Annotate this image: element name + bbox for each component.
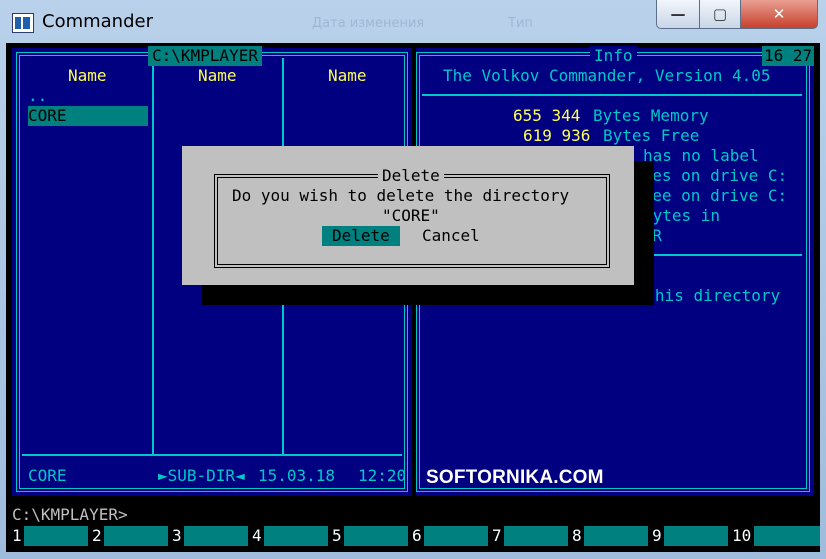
fkey-number: 8 [572,526,584,546]
maximize-icon: ▢ [712,5,728,23]
column-header-name: Name [328,66,367,85]
close-button[interactable]: ✕ [740,0,818,29]
fkey-number: 10 [732,526,754,546]
fkey-number: 3 [172,526,184,546]
fkey-bar [24,526,88,546]
dialog-message: Do you wish to delete the directory [232,186,570,205]
fkey-number: 5 [332,526,344,546]
status-file-type: ►SUB-DIR◄ [158,466,245,485]
fkey-number: 1 [12,526,24,546]
title-bar[interactable]: Commander Дата изменения Тип — ▢ ✕ [0,0,826,44]
fkey-number: 6 [412,526,424,546]
fkey-bar [754,526,820,546]
delete-dialog[interactable]: Delete Do you wish to delete the directo… [182,146,634,285]
window: Commander Дата изменения Тип — ▢ ✕ C:\KM… [0,0,826,559]
file-item-selected[interactable]: CORE [28,106,148,126]
dialog-title: Delete [378,166,444,186]
version-text: The Volkov Commander, Version 4.05 [443,66,771,85]
fkey-bar [184,526,248,546]
fkey-number: 4 [252,526,264,546]
fkey-bar [104,526,168,546]
watermark-text: SOFTORNIKA.COM [426,467,604,488]
fkey-number: 2 [92,526,104,546]
fkey-bar [424,526,488,546]
clock: 16 27 [762,46,815,66]
status-file-date: 15.03.18 [258,466,336,485]
fkey-bar [584,526,648,546]
delete-button[interactable]: Delete [322,226,400,246]
column-divider [152,58,154,454]
minimize-icon: — [670,5,686,23]
right-panel-title: Info [590,46,637,66]
free-memory-value: 619 936 [523,126,591,145]
file-item-parent[interactable]: .. [28,86,47,106]
maximize-button[interactable]: ▢ [699,0,741,29]
drive-label-text: has no label [643,146,759,165]
fkey-bar [664,526,728,546]
window-title: Commander [42,11,153,32]
drive-free-text: free on drive C: [633,186,788,205]
bytes-in-text: bytes in [643,206,721,225]
function-key-bar: 1 2 3 4 5 6 7 8 9 10 [6,526,820,552]
background-column-date: Дата изменения [312,16,425,31]
memory-label: Bytes Memory [593,106,709,125]
dialog-shadow [202,285,654,305]
minimize-button[interactable]: — [656,0,700,29]
drive-total-text: ytes on drive C: [633,166,788,185]
memory-value: 655 344 [513,106,581,125]
fkey-number: 7 [492,526,504,546]
status-file-time: 12:20 [358,466,407,485]
fkey-bar [344,526,408,546]
fkey-bar [264,526,328,546]
fkey-number: 9 [652,526,664,546]
column-header-name: Name [68,66,107,85]
status-file-name: CORE [28,466,67,485]
fkey-bar [504,526,568,546]
left-panel-path[interactable]: C:\KMPLAYER [148,46,262,66]
dialog-target: "CORE" [382,206,440,225]
cancel-button[interactable]: Cancel [422,226,480,246]
status-divider [22,454,402,456]
free-memory-label: Bytes Free [603,126,700,145]
close-icon: ✕ [772,5,786,23]
info-divider [422,94,802,96]
console-screen[interactable]: C:\KMPLAYER Name Name Name .. CORE CORE … [6,43,820,552]
dialog-shadow [634,161,654,285]
background-column-type: Тип [508,16,533,31]
app-icon [12,13,34,33]
column-header-name: Name [198,66,237,85]
command-prompt[interactable]: C:\KMPLAYER> [12,505,128,525]
